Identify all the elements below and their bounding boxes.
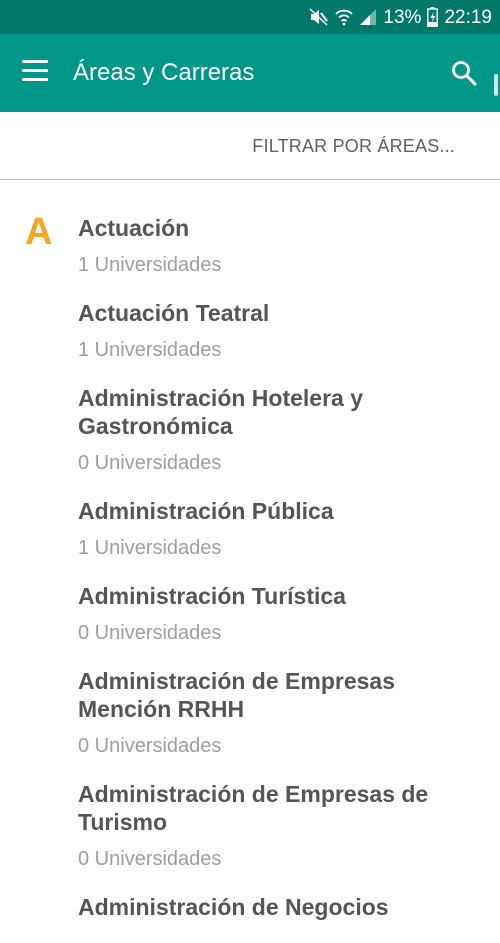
signal-icon <box>359 8 377 26</box>
career-name: Administración de Empresas Mención RRHH <box>78 668 395 722</box>
page-title: Áreas y Carreras <box>73 59 255 86</box>
university-count: 0 Universidades <box>78 848 222 870</box>
clock: 22:19 <box>444 6 492 28</box>
list-item[interactable]: Administración de Negocios <box>78 893 478 921</box>
career-name: Administración Hotelera y Gastronómica <box>78 385 364 439</box>
university-count: 0 Universidades <box>78 622 222 644</box>
career-list: Actuación 1 Universidades Actuación Teat… <box>78 214 478 943</box>
list-item[interactable]: Actuación 1 Universidades <box>78 214 478 277</box>
battery-charging-icon <box>427 7 439 27</box>
list-item[interactable]: Administración Pública 1 Universidades <box>78 497 478 560</box>
university-count: 1 Universidades <box>78 254 222 276</box>
career-name: Administración de Empresas de Turismo <box>78 781 429 835</box>
career-name: Administración Pública <box>78 498 334 524</box>
career-name: Administración Turística <box>78 583 346 609</box>
list-item[interactable]: Administración de Empresas Mención RRHH … <box>78 667 478 758</box>
filter-by-areas-button[interactable]: FILTRAR POR ÁREAS... <box>252 136 455 157</box>
career-name: Actuación <box>78 215 190 241</box>
app-bar: Áreas y Carreras <box>0 34 500 112</box>
scroll-indicator <box>494 74 498 96</box>
status-bar: 13% 22:19 <box>0 0 500 34</box>
menu-icon[interactable] <box>22 60 50 84</box>
search-icon[interactable] <box>450 59 478 87</box>
filter-bar: FILTRAR POR ÁREAS... <box>0 112 500 180</box>
list-item[interactable]: Administración Turística 0 Universidades <box>78 582 478 645</box>
list-item[interactable]: Actuación Teatral 1 Universidades <box>78 299 478 362</box>
section-letter: A <box>25 211 53 253</box>
battery-level: 13% <box>383 6 422 28</box>
list-item[interactable]: Administración de Empresas de Turismo 0 … <box>78 780 478 871</box>
list-item[interactable]: Administración Hotelera y Gastronómica 0… <box>78 384 478 475</box>
university-count: 1 Universidades <box>78 339 222 361</box>
university-count: 0 Universidades <box>78 735 222 757</box>
mute-icon <box>309 8 329 26</box>
wifi-icon <box>335 8 354 26</box>
career-name: Administración de Negocios <box>78 894 389 920</box>
university-count: 0 Universidades <box>78 452 222 474</box>
university-count: 1 Universidades <box>78 537 222 559</box>
career-name: Actuación Teatral <box>78 300 270 326</box>
